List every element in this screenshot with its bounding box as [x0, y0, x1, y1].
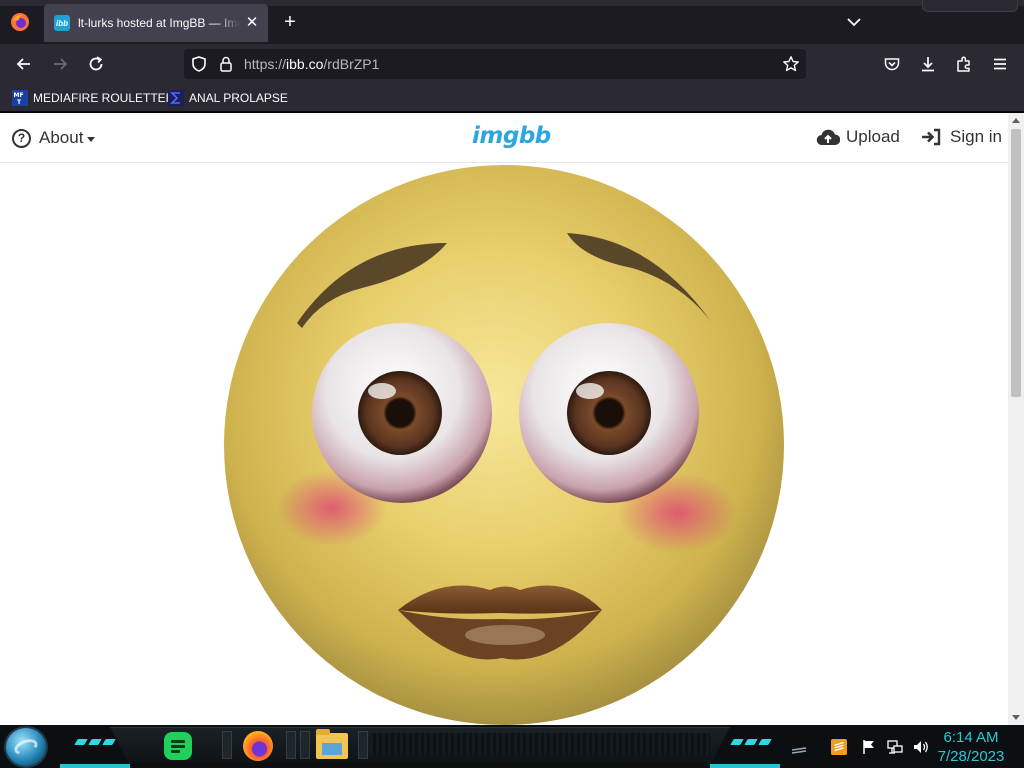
scrollbar-thumb[interactable] — [1011, 129, 1021, 397]
sigma-favicon-icon — [168, 90, 184, 106]
tab-title: lt-lurks hosted at ImgBB — ImgBB — [78, 16, 240, 30]
sublime-text-icon[interactable] — [830, 738, 848, 756]
upload-button[interactable]: Upload — [816, 127, 900, 147]
cyan-decoration-right — [730, 739, 772, 745]
cyan-underline-right — [710, 764, 780, 768]
taskbar-notepad-app[interactable] — [160, 730, 196, 762]
back-arrow-icon[interactable] — [12, 52, 36, 76]
reload-icon[interactable] — [84, 52, 108, 76]
taskbar-rail-texture — [370, 733, 710, 755]
mediafire-favicon-icon: MFT — [12, 90, 28, 106]
show-desktop-icon[interactable] — [790, 738, 808, 756]
imgbb-favicon-icon: ibb — [54, 15, 70, 31]
extensions-puzzle-icon[interactable] — [952, 52, 976, 76]
upload-label: Upload — [846, 127, 900, 146]
browser-navigation-bar: https://ibb.co/rdBrZP1 — [0, 44, 1024, 84]
cloud-upload-icon — [816, 129, 840, 146]
emoji-face-image — [224, 165, 784, 725]
notepad-icon — [164, 732, 192, 760]
about-label: About — [39, 128, 84, 147]
taskbar-separator — [300, 731, 310, 759]
tab-close-icon[interactable]: ✕ — [244, 15, 260, 31]
page-scrollbar[interactable] — [1008, 113, 1024, 725]
cyan-underline-left — [60, 764, 130, 768]
lock-icon[interactable] — [218, 55, 234, 73]
tracking-protection-shield-icon[interactable] — [190, 55, 208, 73]
url-host: ibb.co — [286, 56, 324, 72]
imgbb-logo[interactable]: imgbb — [472, 123, 551, 149]
scroll-up-arrow-icon[interactable] — [1012, 118, 1020, 123]
taskbar-firefox-app[interactable] — [240, 730, 276, 762]
browser-tab-active[interactable]: ibb lt-lurks hosted at ImgBB — ImgBB ✕ — [44, 4, 268, 42]
bookmark-label: MEDIAFIRE ROULETTER — [33, 91, 175, 105]
taskbar-separator — [222, 731, 232, 759]
taskbar-separator — [358, 731, 368, 759]
scroll-down-arrow-icon[interactable] — [1012, 715, 1020, 720]
cyan-decoration-left — [74, 739, 116, 745]
url-text[interactable]: https://ibb.co/rdBrZP1 — [244, 56, 379, 72]
url-path: /rdBrZP1 — [323, 56, 380, 72]
new-tab-plus-icon[interactable]: + — [280, 12, 300, 32]
browser-tab-bar: ibb lt-lurks hosted at ImgBB — ImgBB ✕ + — [0, 0, 1024, 44]
file-explorer-folder-icon — [316, 729, 348, 759]
imgbb-page: ? About imgbb Upload Sign in — [0, 113, 1008, 725]
hamburger-menu-icon[interactable] — [988, 52, 1012, 76]
downloads-icon[interactable] — [916, 52, 940, 76]
bookmarks-toolbar: MF T MEDIAFIRE ROULETTER ANAL PROLAPSE — [0, 84, 1024, 112]
taskbar-clock[interactable]: 6:14 AM 7/28/2023 — [928, 728, 1014, 766]
system-tray — [790, 733, 930, 761]
list-all-tabs-chevron-icon[interactable] — [844, 12, 864, 32]
clock-date: 7/28/2023 — [937, 748, 1005, 765]
taskbar-file-explorer-app[interactable] — [314, 729, 350, 762]
caret-down-icon — [87, 136, 96, 142]
svg-text:MF: MF — [14, 92, 24, 99]
forward-arrow-icon[interactable] — [48, 52, 72, 76]
network-icon[interactable] — [886, 738, 904, 756]
clock-time: 6:14 AM — [943, 729, 999, 746]
windows-taskbar: 6:14 AM 7/28/2023 — [0, 725, 1024, 768]
action-center-flag-icon[interactable] — [860, 738, 878, 756]
start-button-orb-icon[interactable] — [6, 728, 46, 766]
sign-in-arrow-icon — [922, 128, 941, 146]
hosted-image[interactable] — [222, 163, 788, 725]
pocket-icon[interactable] — [880, 52, 904, 76]
sign-in-label: Sign in — [950, 127, 1002, 146]
taskbar-separator — [286, 731, 296, 759]
address-bar[interactable]: https://ibb.co/rdBrZP1 — [184, 49, 806, 79]
about-dropdown[interactable]: ? About — [12, 128, 96, 148]
bookmark-label: ANAL PROLAPSE — [189, 91, 288, 105]
bookmark-anal-prolapse[interactable]: ANAL PROLAPSE — [168, 89, 288, 107]
window-frame-decoration — [922, 0, 1018, 12]
firefox-icon — [243, 731, 273, 761]
url-scheme: https:// — [244, 56, 287, 72]
bookmark-star-icon[interactable] — [782, 55, 800, 73]
site-header: ? About imgbb Upload Sign in — [0, 113, 1008, 163]
bookmark-mediafire-rouletter[interactable]: MF T MEDIAFIRE ROULETTER — [12, 89, 174, 107]
question-circle-icon: ? — [12, 128, 31, 148]
sign-in-button[interactable]: Sign in — [920, 127, 1002, 147]
firefox-view-icon[interactable] — [10, 12, 30, 32]
